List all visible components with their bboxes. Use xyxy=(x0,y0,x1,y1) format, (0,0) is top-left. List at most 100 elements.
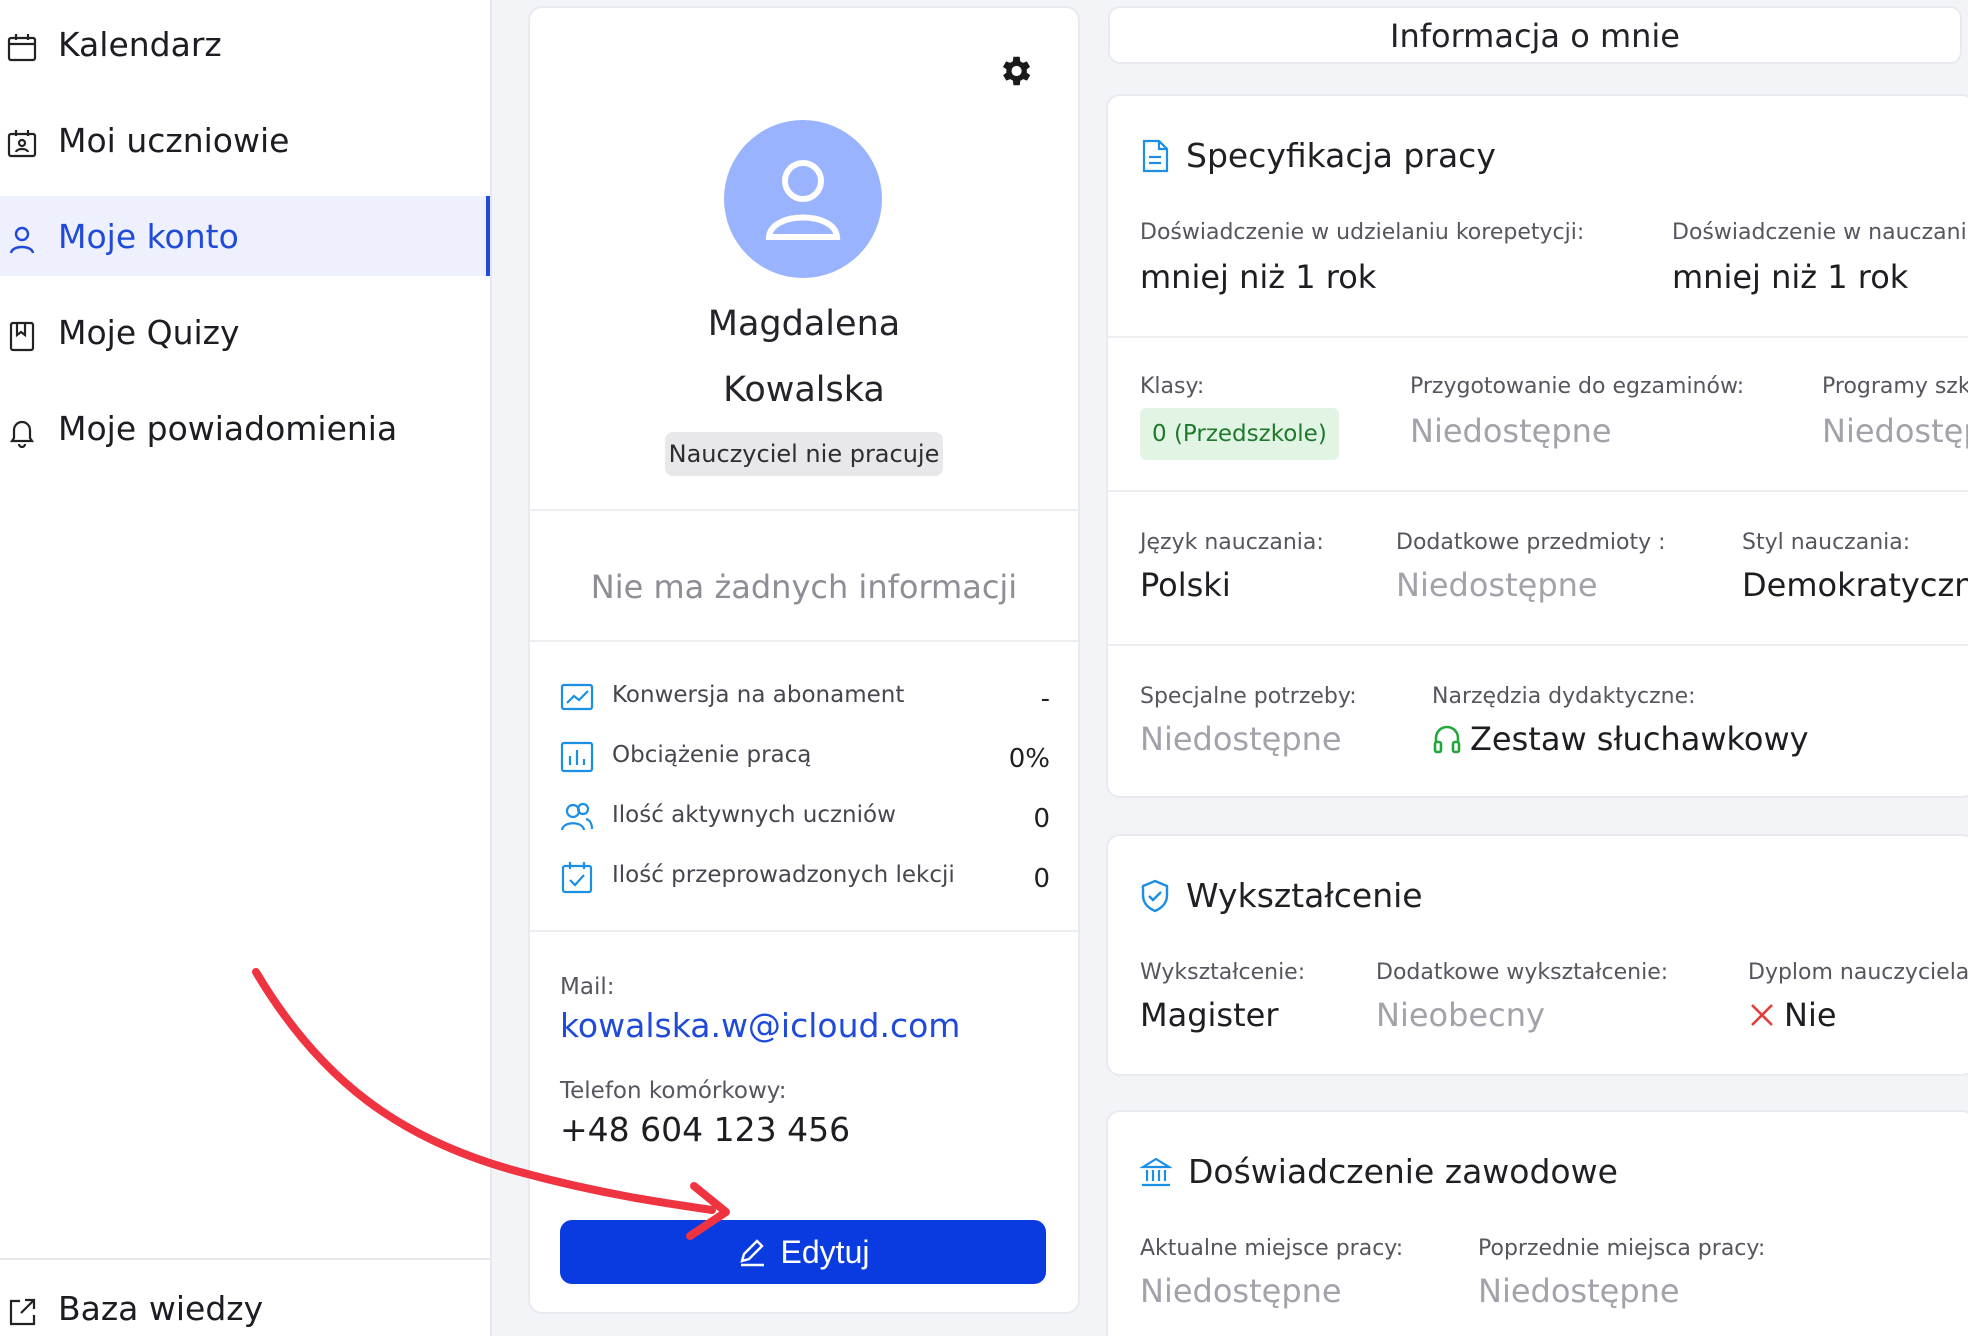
section-title-text: Specyfikacja pracy xyxy=(1186,136,1496,175)
sidebar-divider xyxy=(0,1258,490,1260)
stat-label: Ilość przeprowadzonych lekcji xyxy=(612,862,955,888)
stat-value: 0% xyxy=(1008,744,1050,774)
divider xyxy=(530,930,1078,932)
phone-value: +48 604 123 456 xyxy=(560,1110,851,1149)
edit-button[interactable]: Edytuj xyxy=(560,1220,1046,1284)
stat-lessons: Ilość przeprowadzonych lekcji 0 xyxy=(560,858,1050,898)
extra-subjects-value: Niedostępne xyxy=(1396,566,1598,604)
shield-check-icon xyxy=(1141,879,1169,912)
divider xyxy=(530,640,1078,642)
stat-value: 0 xyxy=(1033,804,1050,834)
style-value: Demokratyczny xyxy=(1742,566,1968,604)
classes-badge: 0 (Przedszkole) xyxy=(1140,408,1339,460)
stat-value: - xyxy=(1040,684,1050,714)
exp-teaching-value: mniej niż 1 rok xyxy=(1672,258,1909,296)
sidebar-item-moje-konto[interactable]: Moje konto xyxy=(0,196,490,276)
section-title: Wykształcenie xyxy=(1140,876,1423,915)
education-label: Wykształcenie: xyxy=(1140,960,1306,985)
exp-tutoring-label: Doświadczenie w udzielaniu korepetycji: xyxy=(1140,220,1585,245)
education-card: Wykształcenie Wykształcenie: Magister Do… xyxy=(1106,834,1968,1076)
style-label: Styl nauczania: xyxy=(1742,530,1911,555)
info-tab-header[interactable]: Informacja o mnie xyxy=(1108,6,1962,64)
previous-workplaces-value: Niedostępne xyxy=(1478,1272,1680,1310)
diploma-value-text: Nie xyxy=(1784,996,1837,1034)
sidebar-item-label: Moje Quizy xyxy=(58,312,240,352)
first-name: Magdalena xyxy=(707,304,901,344)
phone-label: Telefon komórkowy: xyxy=(560,1078,787,1104)
extra-subjects-label: Dodatkowe przedmioty : xyxy=(1396,530,1666,555)
cross-icon xyxy=(1751,1004,1773,1026)
extra-education-label: Dodatkowe wykształcenie: xyxy=(1376,960,1669,985)
classes-label: Klasy: xyxy=(1140,374,1205,399)
current-workplace-label: Aktualne miejsce pracy: xyxy=(1140,1236,1404,1261)
profile-card: Magdalena Kowalska Nauczyciel nie pracuj… xyxy=(528,6,1080,1314)
mail-label: Mail: xyxy=(560,974,615,1000)
section-title-text: Doświadczenie zawodowe xyxy=(1188,1152,1618,1191)
stat-workload: Obciążenie pracą 0% xyxy=(560,738,1050,778)
exam-prep-label: Przygotowanie do egzaminów: xyxy=(1410,374,1745,399)
special-needs-value: Niedostępne xyxy=(1140,720,1342,758)
language-value: Polski xyxy=(1140,566,1231,604)
stat-value: 0 xyxy=(1033,864,1050,894)
stat-label: Ilość aktywnych uczniów xyxy=(612,802,896,828)
pencil-icon xyxy=(739,1239,764,1267)
special-needs-label: Specjalne potrzeby: xyxy=(1140,684,1357,709)
user-icon xyxy=(9,226,35,254)
exam-prep-value: Niedostępne xyxy=(1410,412,1612,450)
stat-label: Konwersja na abonament xyxy=(612,682,905,708)
section-title: Specyfikacja pracy xyxy=(1140,136,1496,175)
document-icon xyxy=(1142,139,1169,172)
users-icon xyxy=(560,802,594,831)
mail-link[interactable]: kowalska.w@icloud.com xyxy=(560,1006,960,1045)
extra-education-value: Nieobecny xyxy=(1376,996,1545,1034)
headset-icon xyxy=(1433,725,1461,754)
calendar-icon xyxy=(7,34,37,62)
avatar xyxy=(724,120,882,278)
sidebar-item-label: Moje konto xyxy=(58,216,239,256)
sidebar-item-kalendarz[interactable]: Kalendarz xyxy=(0,4,490,84)
sidebar-item-label: Moje powiadomienia xyxy=(58,408,398,448)
edit-button-label: Edytuj xyxy=(780,1233,870,1270)
students-icon xyxy=(7,130,37,158)
bank-icon xyxy=(1140,1157,1172,1186)
user-icon xyxy=(765,160,841,240)
sidebar-item-baza-wiedzy[interactable]: Baza wiedzy xyxy=(0,1268,490,1336)
status-badge: Nauczyciel nie pracuje xyxy=(665,432,943,476)
experience-card: Doświadczenie zawodowe Aktualne miejsce … xyxy=(1106,1110,1968,1336)
sidebar: Kalendarz Moi uczniowie Moje konto Moje … xyxy=(0,0,492,1336)
sidebar-item-label: Moi uczniowie xyxy=(58,120,290,160)
sidebar-item-moje-quizy[interactable]: Moje Quizy xyxy=(0,292,490,372)
job-spec-card: Specyfikacja pracy Doświadczenie w udzie… xyxy=(1106,94,1968,798)
tools-label: Narzędzia dydaktyczne: xyxy=(1432,684,1696,709)
diploma-label: Dyplom nauczyciela: xyxy=(1748,960,1968,985)
bell-icon xyxy=(9,420,35,448)
sidebar-item-moje-powiadomienia[interactable]: Moje powiadomienia xyxy=(0,388,490,468)
section-title-text: Wykształcenie xyxy=(1186,876,1423,915)
sidebar-item-label: Baza wiedzy xyxy=(58,1288,264,1328)
stat-active-students: Ilość aktywnych uczniów 0 xyxy=(560,798,1050,838)
bar-chart-icon xyxy=(560,741,594,773)
language-label: Język nauczania: xyxy=(1140,530,1324,555)
external-link-icon xyxy=(9,1298,36,1326)
divider xyxy=(1108,490,1968,492)
calendar-check-icon xyxy=(561,862,593,894)
stat-label: Obciążenie pracą xyxy=(612,742,812,768)
divider xyxy=(530,509,1078,511)
exp-tutoring-value: mniej niż 1 rok xyxy=(1140,258,1377,296)
stat-conversion: Konwersja na abonament - xyxy=(560,678,1050,718)
tools-value-text: Zestaw słuchawkowy xyxy=(1470,720,1809,758)
gear-icon[interactable] xyxy=(996,52,1034,90)
sidebar-item-label: Kalendarz xyxy=(58,24,222,64)
last-name: Kowalska xyxy=(723,370,885,410)
previous-workplaces-label: Poprzednie miejsca pracy: xyxy=(1478,1236,1766,1261)
about-placeholder: Nie ma żadnych informacji xyxy=(590,568,1018,606)
programs-label: Programy szkolne: xyxy=(1822,374,1968,399)
diploma-value: Nie xyxy=(1748,996,1837,1034)
current-workplace-value: Niedostępne xyxy=(1140,1272,1342,1310)
divider xyxy=(1108,336,1968,338)
divider xyxy=(1108,644,1968,646)
exp-teaching-label: Doświadczenie w nauczaniu xyxy=(1672,220,1968,245)
sidebar-item-moi-uczniowie[interactable]: Moi uczniowie xyxy=(0,100,490,180)
chart-line-icon xyxy=(560,683,594,711)
tools-value: Zestaw słuchawkowy xyxy=(1432,720,1809,758)
